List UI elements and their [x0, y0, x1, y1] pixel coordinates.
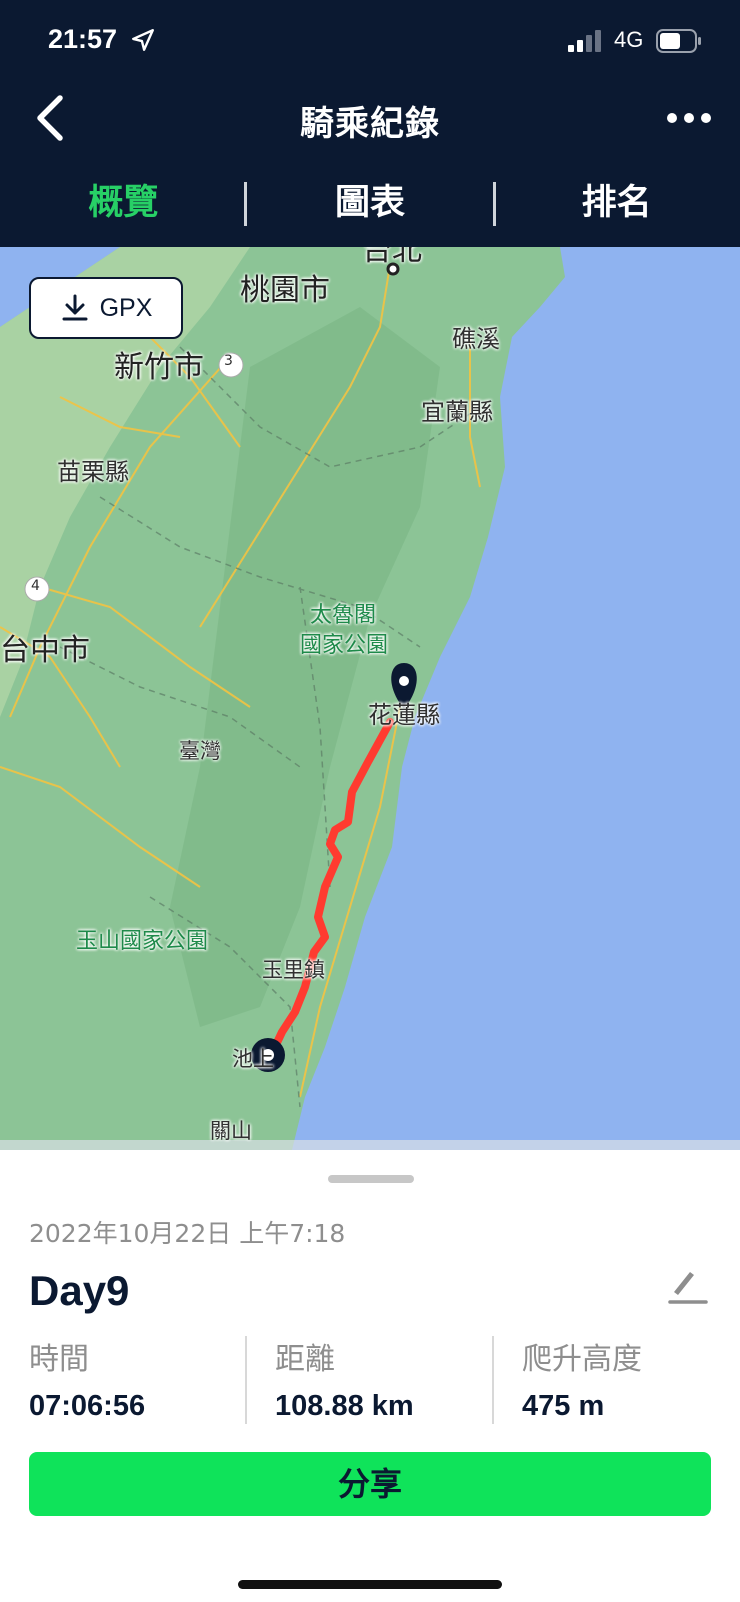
- top-bar: 21:57 4G 騎乘紀錄 概覽 圖表 排名: [0, 0, 740, 247]
- route-map[interactable]: 台北 桃園市 新竹市 3 礁溪 宜蘭縣 苗栗縣 4 台中市 太魯閣 國家公園 花…: [0, 247, 740, 1150]
- download-icon: [62, 294, 88, 321]
- stat-time-value: 07:06:56: [29, 1390, 146, 1422]
- stat-elevation-label: 爬升高度: [522, 1342, 642, 1377]
- map-label-taroko-park: 國家公園: [300, 633, 389, 658]
- map-label-chishang: 池上: [232, 1047, 274, 1071]
- tab-divider: [493, 182, 496, 226]
- map-label-yushan: 玉山國家公園: [76, 929, 209, 954]
- gpx-label: GPX: [99, 293, 153, 322]
- map-label-jiaoxi: 礁溪: [452, 325, 500, 353]
- stat-time: 時間 07:06:56: [29, 1334, 145, 1423]
- more-icon[interactable]: [666, 108, 712, 128]
- stat-divider: [245, 1336, 247, 1424]
- sheet-drag-handle[interactable]: [328, 1175, 414, 1183]
- page-title: 騎乘紀錄: [300, 104, 440, 144]
- map-label-taiwan: 臺灣: [179, 739, 221, 763]
- map-label-road4: 4: [31, 578, 40, 594]
- map-label-miaoli: 苗栗縣: [57, 458, 129, 486]
- map-label-taichung: 台中市: [0, 633, 90, 668]
- map-label-yilan: 宜蘭縣: [421, 398, 493, 426]
- share-button[interactable]: 分享: [29, 1452, 711, 1516]
- map-label-hualien: 花蓮縣: [368, 701, 440, 729]
- tab-overview[interactable]: 概覽: [0, 170, 247, 236]
- map-label-taroko: 太魯閣: [310, 603, 377, 628]
- map-label-taipei: 台北: [362, 247, 422, 268]
- stat-elevation-value: 475 m: [522, 1390, 605, 1422]
- stat-distance: 距離 108.88 km: [275, 1334, 414, 1423]
- ride-date: 2022年10月22日 上午7:18: [29, 1219, 346, 1248]
- map-label-road3: 3: [224, 353, 233, 369]
- gpx-download-button[interactable]: GPX: [29, 277, 183, 339]
- stat-distance-value: 108.88 km: [275, 1390, 414, 1422]
- stat-divider: [492, 1336, 494, 1424]
- tab-ranking[interactable]: 排名: [493, 170, 740, 236]
- tab-bar: 概覽 圖表 排名: [0, 170, 740, 236]
- stat-time-label: 時間: [29, 1342, 89, 1377]
- map-label-guanshan: 關山: [210, 1119, 252, 1143]
- location-arrow-icon: [132, 29, 154, 51]
- edit-icon[interactable]: [668, 1264, 708, 1306]
- stat-elevation: 爬升高度 475 m: [522, 1334, 642, 1423]
- tab-divider: [244, 182, 247, 226]
- map-label-hsinchu: 新竹市: [114, 350, 204, 385]
- tab-chart[interactable]: 圖表: [247, 170, 494, 236]
- signal-icon: [568, 30, 601, 52]
- map-label-taoyuan: 桃園市: [240, 273, 330, 308]
- ride-name: Day9: [29, 1267, 130, 1314]
- home-indicator[interactable]: [238, 1580, 502, 1589]
- stat-distance-label: 距離: [275, 1342, 335, 1377]
- network-label: 4G: [614, 27, 644, 52]
- status-time: 21:57: [48, 24, 118, 54]
- map-label-yuli: 玉里鎮: [262, 958, 325, 982]
- battery-icon: [656, 29, 701, 53]
